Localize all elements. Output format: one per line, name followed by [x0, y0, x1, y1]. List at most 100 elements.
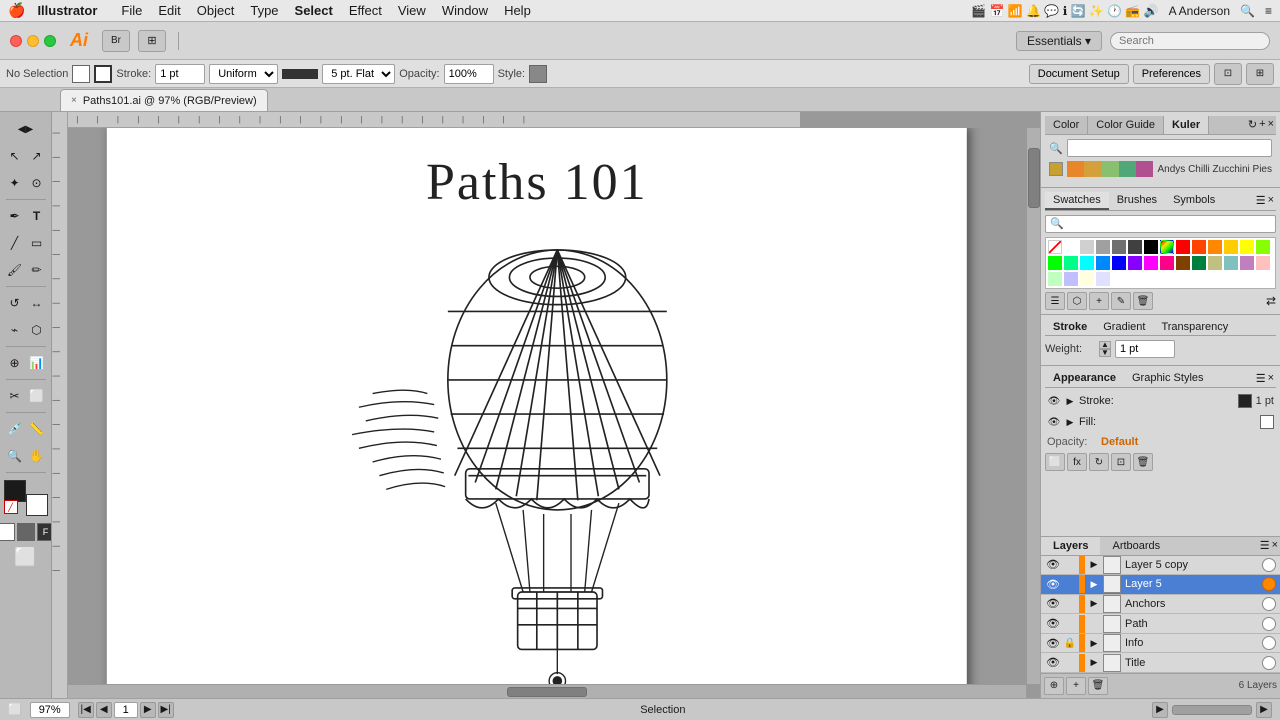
appear-close-icon[interactable]: × — [1268, 372, 1274, 385]
rotate-tool[interactable]: ↺ — [4, 290, 26, 316]
full-screen-mode[interactable] — [17, 523, 35, 541]
menu-type[interactable]: Type — [242, 3, 286, 18]
layers-tab[interactable]: Layers — [1041, 537, 1100, 555]
swatch-pink-light[interactable] — [1256, 256, 1270, 270]
color-guide-tab[interactable]: Color Guide — [1088, 116, 1164, 134]
fill-expand-arrow[interactable]: ▶ — [1065, 415, 1075, 429]
kuler-item[interactable]: Andys Chilli Zucchini Pies — [1049, 161, 1272, 177]
transparency-tab[interactable]: Transparency — [1153, 319, 1236, 335]
vertical-scroll-thumb[interactable] — [1028, 148, 1040, 208]
canvas-background[interactable]: Paths 101 — [68, 128, 1040, 698]
horizontal-scrollbar[interactable] — [68, 684, 1026, 698]
path-visibility[interactable]: 👁 — [1045, 616, 1061, 632]
swatch-magenta[interactable] — [1144, 256, 1158, 270]
swatch-khaki[interactable] — [1208, 256, 1222, 270]
bridge-button[interactable]: Br — [102, 30, 130, 52]
new-color-group-button[interactable]: ⬡ — [1067, 292, 1087, 310]
hand-tool[interactable]: ✋ — [26, 443, 48, 469]
stroke-cap-dropdown[interactable]: 5 pt. Flat — [322, 64, 395, 84]
fill-color[interactable] — [4, 480, 26, 502]
essentials-dropdown[interactable]: Essentials ▾ — [1016, 31, 1102, 51]
path-expand[interactable] — [1087, 616, 1101, 632]
next-page-button[interactable]: ▶ — [140, 702, 156, 718]
new-layer-button[interactable]: + — [1066, 677, 1086, 695]
swatch-75percent[interactable] — [1128, 240, 1142, 254]
swatch-sky-blue[interactable] — [1096, 256, 1110, 270]
arrange-docs-button[interactable]: ⊞ — [1246, 63, 1274, 85]
timeline-scroll[interactable] — [1172, 705, 1252, 715]
kuler-close-icon[interactable]: × — [1268, 118, 1274, 132]
symbol-sprayer-tool[interactable]: ⊕ — [4, 350, 26, 376]
swatch-green[interactable] — [1048, 256, 1062, 270]
swatch-mint[interactable] — [1048, 272, 1062, 286]
type-tool[interactable]: T — [26, 203, 48, 229]
opacity-appear-value[interactable]: Default — [1101, 436, 1138, 448]
symbols-tab[interactable]: Symbols — [1165, 192, 1223, 210]
anchors-expand[interactable]: ▶ — [1087, 596, 1101, 612]
maximize-window-button[interactable] — [44, 35, 56, 47]
doc-tab-close[interactable]: × — [71, 95, 77, 106]
stroke-style-dropdown[interactable]: Uniform — [209, 64, 278, 84]
kuler-refresh-icon[interactable]: ↻ — [1248, 118, 1257, 132]
column-graph-tool[interactable]: 📊 — [26, 350, 48, 376]
swatch-brown[interactable] — [1176, 256, 1190, 270]
title-lock[interactable] — [1063, 655, 1077, 671]
menu-help[interactable]: Help — [496, 3, 539, 18]
artboard-tool[interactable]: ⬜ — [26, 383, 48, 409]
menu-file[interactable]: File — [113, 3, 150, 18]
pencil-tool[interactable]: ✏ — [26, 257, 48, 283]
swatch-10percent[interactable] — [1080, 240, 1094, 254]
direct-selection-tool[interactable]: ↗ — [26, 143, 48, 169]
layer5-lock[interactable] — [1063, 576, 1077, 592]
swatch-blue[interactable] — [1112, 256, 1126, 270]
free-transform-tool[interactable]: ⬡ — [26, 317, 48, 343]
layer-row-layer5copy[interactable]: 👁 ▶ Layer 5 copy — [1041, 556, 1280, 576]
swatches-tab[interactable]: Swatches — [1045, 192, 1109, 210]
swatch-ghost-white[interactable] — [1096, 272, 1110, 286]
stroke-expand-arrow[interactable]: ▶ — [1065, 394, 1075, 408]
layer-row-anchors[interactable]: 👁 ▶ Anchors — [1041, 595, 1280, 615]
swatch-teal-light[interactable] — [1224, 256, 1238, 270]
color-tab[interactable]: Color — [1045, 116, 1088, 134]
swatch-50percent[interactable] — [1112, 240, 1126, 254]
opacity-field[interactable] — [444, 64, 494, 84]
swatch-teal-green[interactable] — [1064, 256, 1078, 270]
vertical-scrollbar[interactable] — [1026, 128, 1040, 684]
list-icon[interactable]: ≡ — [1265, 4, 1272, 18]
arrange-button[interactable]: ⊞ — [138, 30, 166, 52]
path-lock[interactable] — [1063, 616, 1077, 632]
swatch-yellow[interactable] — [1240, 240, 1254, 254]
reduce-appearance-button[interactable]: ⊡ — [1111, 453, 1131, 471]
stroke-color[interactable] — [26, 494, 48, 516]
graphic-styles-tab[interactable]: Graphic Styles — [1124, 370, 1212, 387]
lasso-tool[interactable]: ⊙ — [26, 170, 48, 196]
doc-setup-button[interactable]: Document Setup — [1029, 64, 1129, 84]
toolbar-collapse[interactable]: ◀▶ — [4, 116, 48, 142]
kuler-search-input[interactable] — [1067, 139, 1272, 157]
page-number-field[interactable] — [114, 702, 138, 718]
zoom-tool[interactable]: 🔍 — [4, 443, 26, 469]
layers-close-icon[interactable]: × — [1272, 539, 1278, 553]
fill-swatch[interactable] — [72, 65, 90, 83]
stroke-decrease-button[interactable]: ▼ — [1099, 349, 1111, 357]
swatch-black[interactable] — [1144, 240, 1158, 254]
clear-appearance-button[interactable]: ↻ — [1089, 453, 1109, 471]
play-button[interactable]: ▶ — [1152, 702, 1168, 718]
stroke-tab[interactable]: Stroke — [1045, 319, 1095, 335]
prev-page-button[interactable]: ◀ — [96, 702, 112, 718]
titlebar-search-input[interactable] — [1110, 32, 1270, 50]
layer5copy-lock[interactable] — [1063, 557, 1077, 573]
appearance-tab[interactable]: Appearance — [1045, 370, 1124, 387]
appear-menu-icon[interactable]: ☰ — [1256, 372, 1266, 385]
paintbrush-tool[interactable]: 🖌 — [4, 257, 26, 283]
preferences-button[interactable]: Preferences — [1133, 64, 1210, 84]
eyedropper-tool[interactable]: 💉 — [4, 416, 26, 442]
path-target[interactable] — [1262, 617, 1276, 631]
swatch-red[interactable] — [1176, 240, 1190, 254]
anchors-lock[interactable] — [1063, 596, 1077, 612]
menu-view[interactable]: View — [390, 3, 434, 18]
swatch-yellow-green[interactable] — [1256, 240, 1270, 254]
swatch-violet[interactable] — [1128, 256, 1142, 270]
layer-row-title[interactable]: 👁 ▶ Title — [1041, 653, 1280, 673]
delete-swatch-button[interactable]: 🗑 — [1133, 292, 1153, 310]
